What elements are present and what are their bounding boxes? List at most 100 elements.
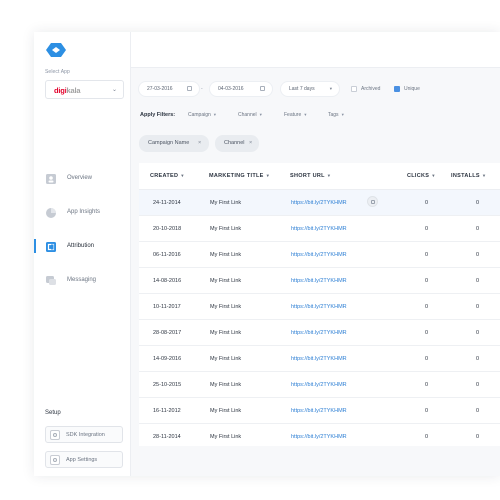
date-from-picker[interactable]: 27-03-2016 [139, 82, 199, 96]
close-icon[interactable]: × [249, 140, 252, 146]
chevron-down-icon: ▾ [341, 112, 344, 117]
app-brand-main: digi [54, 86, 67, 95]
date-from-value: 27-03-2016 [147, 86, 173, 92]
cell-title: My First Link [210, 434, 242, 440]
chevron-down-icon: ▾ [327, 173, 331, 178]
cell-clicks: 0 [425, 252, 429, 258]
column-header-label: CLICKS [407, 173, 430, 179]
table-row[interactable]: 16-11-2012 My First Link https://bit.ly/… [139, 398, 500, 424]
cell-installs: 0 [476, 252, 480, 258]
chevron-down-icon: ▾ [266, 173, 270, 178]
cell-short-url[interactable]: https://bit.ly/2TYKHMR [291, 304, 347, 310]
table-row[interactable]: 25-10-2015 My First Link https://bit.ly/… [139, 372, 500, 398]
links-table: CREATED ▾ MARKETING TITLE ▾ SHORT URL ▾ CLI… [139, 163, 500, 446]
table-row[interactable]: 06-11-2016 My First Link https://bit.ly/… [139, 242, 500, 268]
cell-installs: 0 [476, 304, 480, 310]
cell-short-url[interactable]: https://bit.ly/2TYKHMR [291, 226, 347, 232]
date-separator: - [201, 86, 203, 92]
table-row[interactable]: 20-10-2018 My First Link https://bit.ly/… [139, 216, 500, 242]
filter-tags-label: Tags [328, 112, 339, 118]
table-row[interactable]: 24-11-2014 My First Link https://bit.ly/… [139, 190, 500, 216]
pie-chart-icon [46, 208, 56, 218]
cell-installs: 0 [476, 278, 480, 284]
cell-short-url[interactable]: https://bit.ly/2TYKHMR [291, 434, 347, 440]
column-header-label: INSTALLS [451, 173, 480, 179]
table-row[interactable]: 28-08-2017 My First Link https://bit.ly/… [139, 320, 500, 346]
column-header-marketing-title[interactable]: MARKETING TITLE ▾ [209, 173, 269, 179]
cell-clicks: 0 [425, 434, 429, 440]
column-header-label: CREATED [150, 173, 179, 179]
active-indicator [34, 239, 36, 253]
cell-title: My First Link [210, 200, 242, 206]
cell-created: 28-11-2014 [153, 434, 181, 440]
cell-created: 16-11-2012 [153, 408, 181, 414]
cell-clicks: 0 [425, 382, 429, 388]
cell-installs: 0 [476, 382, 480, 388]
copy-icon[interactable] [367, 196, 378, 207]
chevron-down-icon: ⌄ [111, 87, 117, 93]
cell-short-url[interactable]: https://bit.ly/2TYKHMR [291, 200, 347, 206]
top-bar [131, 32, 500, 68]
filter-chip-channel: Channel × [215, 135, 259, 152]
chevron-down-icon: ▾ [304, 112, 307, 117]
column-header-clicks[interactable]: CLICKS ▾ [407, 173, 435, 179]
column-header-installs[interactable]: INSTALLS ▾ [451, 173, 485, 179]
cell-title: My First Link [210, 356, 242, 362]
filter-tags[interactable]: Tags ▾ [328, 112, 344, 118]
cell-created: 24-11-2014 [153, 200, 181, 206]
cell-short-url[interactable]: https://bit.ly/2TYKHMR [291, 252, 347, 258]
cell-clicks: 0 [425, 226, 429, 232]
filter-channel-label: Channel [238, 112, 257, 118]
cell-title: My First Link [210, 252, 242, 258]
sidebar-item-app-insights[interactable]: App Insights [34, 205, 131, 225]
table-row[interactable]: 10-11-2017 My First Link https://bit.ly/… [139, 294, 500, 320]
cell-created: 28-08-2017 [153, 330, 182, 336]
table-row[interactable]: 28-11-2014 My First Link https://bit.ly/… [139, 424, 500, 450]
filter-feature[interactable]: Feature ▾ [284, 112, 307, 118]
cell-short-url[interactable]: https://bit.ly/2TYKHMR [291, 408, 347, 414]
column-header-label: SHORT URL [290, 173, 325, 179]
archived-checkbox[interactable] [351, 86, 357, 92]
date-to-picker[interactable]: 04-03-2016 [210, 82, 272, 96]
sidebar-item-label: Attribution [67, 243, 95, 249]
cell-clicks: 0 [425, 304, 429, 310]
filter-channel[interactable]: Channel ▾ [238, 112, 262, 118]
filter-campaign[interactable]: Campaign ▾ [188, 112, 216, 118]
unique-checkbox[interactable] [394, 86, 400, 92]
table-row[interactable]: 14-08-2016 My First Link https://bit.ly/… [139, 268, 500, 294]
cell-created: 06-11-2016 [153, 252, 181, 258]
cell-short-url[interactable]: https://bit.ly/2TYKHMR [291, 382, 347, 388]
sidebar-item-attribution[interactable]: Attribution [34, 239, 131, 259]
column-header-created[interactable]: CREATED ▾ [150, 173, 184, 179]
cell-clicks: 0 [425, 330, 429, 336]
chevron-down-icon: ▾ [432, 173, 435, 178]
app-brand: digikala [54, 86, 81, 95]
cell-short-url[interactable]: https://bit.ly/2TYKHMR [291, 356, 347, 362]
app-settings-label: App Settings [66, 457, 98, 463]
app-select[interactable]: digikala ⌄ [45, 80, 124, 99]
cell-clicks: 0 [425, 200, 429, 206]
table-row[interactable]: 14-09-2016 My First Link https://bit.ly/… [139, 346, 500, 372]
date-range-select[interactable]: Last 7 days ▾ [281, 82, 339, 96]
chip-label: Campaign Name [148, 140, 190, 146]
cell-title: My First Link [210, 226, 242, 232]
cell-installs: 0 [476, 330, 480, 336]
sdk-integration-label: SDK Integration [66, 432, 105, 438]
app-settings-button[interactable]: App Settings [45, 451, 123, 468]
sidebar-item-overview[interactable]: Overview [34, 171, 131, 191]
cell-short-url[interactable]: https://bit.ly/2TYKHMR [291, 330, 347, 336]
cell-title: My First Link [210, 330, 242, 336]
sdk-integration-button[interactable]: SDK Integration [45, 426, 123, 443]
chevron-down-icon: ▾ [329, 86, 332, 91]
sidebar-item-label: Overview [67, 175, 93, 181]
select-app-label: Select App [45, 69, 70, 75]
column-header-short-url[interactable]: SHORT URL ▾ [290, 173, 330, 179]
cell-installs: 0 [476, 434, 480, 440]
sidebar-item-messaging[interactable]: Messaging [34, 273, 131, 293]
column-header-label: MARKETING TITLE [209, 173, 264, 179]
cell-short-url[interactable]: https://bit.ly/2TYKHMR [291, 278, 347, 284]
settings-icon [50, 455, 60, 465]
apply-filters-label: Apply Filters: [140, 112, 176, 118]
cell-created: 10-11-2017 [153, 304, 181, 310]
close-icon[interactable]: × [198, 140, 201, 146]
